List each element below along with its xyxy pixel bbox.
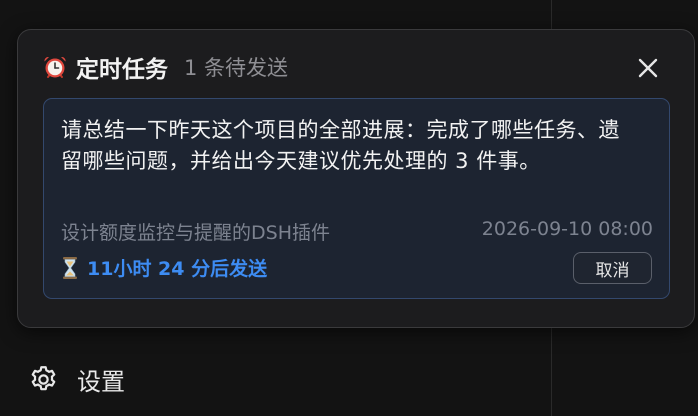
sidebar-item-settings[interactable]: 设置 <box>28 362 125 397</box>
close-icon[interactable] <box>634 54 662 82</box>
gear-icon <box>31 366 56 391</box>
pending-count: 1 条待发送 <box>184 56 289 80</box>
countdown-text: 11小时 24 分后发送 <box>87 258 268 280</box>
hourglass-icon <box>63 256 77 279</box>
task-scheduled-time: 2026-09-10 08:00 <box>481 218 653 240</box>
popover-title: 定时任务 <box>76 57 168 83</box>
cancel-button[interactable]: 取消 <box>573 252 652 284</box>
task-meta: 设计额度监控与提醒的DSH插件 2026-09-10 08:00 <box>61 218 653 245</box>
scheduled-task-card: 请总结一下昨天这个项目的全部进展：完成了哪些任务、遗留哪些问题，并给出今天建议优… <box>43 98 670 299</box>
task-project: 设计额度监控与提醒的DSH插件 <box>61 222 330 244</box>
settings-label: 设置 <box>77 368 125 396</box>
alarm-clock-icon <box>44 56 66 78</box>
task-prompt: 请总结一下昨天这个项目的全部进展：完成了哪些任务、遗留哪些问题，并给出今天建议优… <box>61 118 620 173</box>
scheduled-tasks-popover: 定时任务 1 条待发送 请总结一下昨天这个项目的全部进展：完成了哪些任务、遗留哪… <box>17 29 695 328</box>
popover-header: 定时任务 1 条待发送 <box>42 52 289 83</box>
countdown: 11小时 24 分后发送 <box>61 254 267 281</box>
